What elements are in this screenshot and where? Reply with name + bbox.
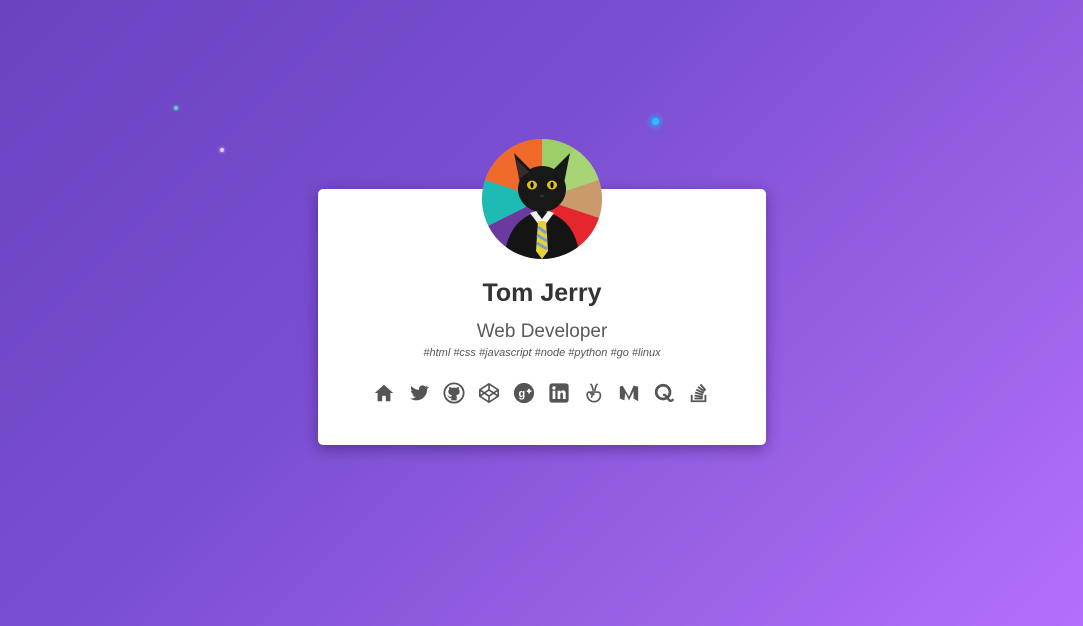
- social-links: g: [373, 382, 713, 406]
- twitter-link[interactable]: [408, 382, 430, 404]
- svg-text:g: g: [519, 388, 526, 400]
- twitter-icon: [410, 385, 430, 401]
- stack-overflow-link[interactable]: [688, 382, 710, 404]
- github-link[interactable]: [443, 382, 465, 404]
- quora-icon: [654, 383, 674, 402]
- background-sparkle: [220, 148, 224, 152]
- github-icon: [443, 382, 465, 404]
- avatar: [482, 139, 602, 259]
- medium-icon: [619, 385, 639, 402]
- angellist-link[interactable]: [583, 382, 605, 404]
- profile-role: Web Developer: [476, 321, 608, 342]
- angellist-icon: [586, 383, 602, 403]
- medium-link[interactable]: [618, 382, 640, 404]
- codepen-link[interactable]: [478, 382, 500, 404]
- google-plus-link[interactable]: g: [513, 382, 535, 404]
- quora-link[interactable]: [653, 382, 675, 404]
- profile-name: Tom Jerry: [482, 279, 602, 307]
- background-sparkle: [652, 118, 659, 125]
- linkedin-icon: [549, 383, 569, 403]
- home-link[interactable]: [373, 382, 395, 404]
- codepen-icon: [479, 383, 499, 403]
- google-plus-icon: g: [513, 382, 535, 404]
- stack-overflow-icon: [690, 383, 707, 403]
- linkedin-link[interactable]: [548, 382, 570, 404]
- home-icon: [374, 384, 394, 402]
- profile-tags: #html #css #javascript #node #python #go…: [423, 347, 661, 359]
- background-sparkle: [174, 106, 178, 110]
